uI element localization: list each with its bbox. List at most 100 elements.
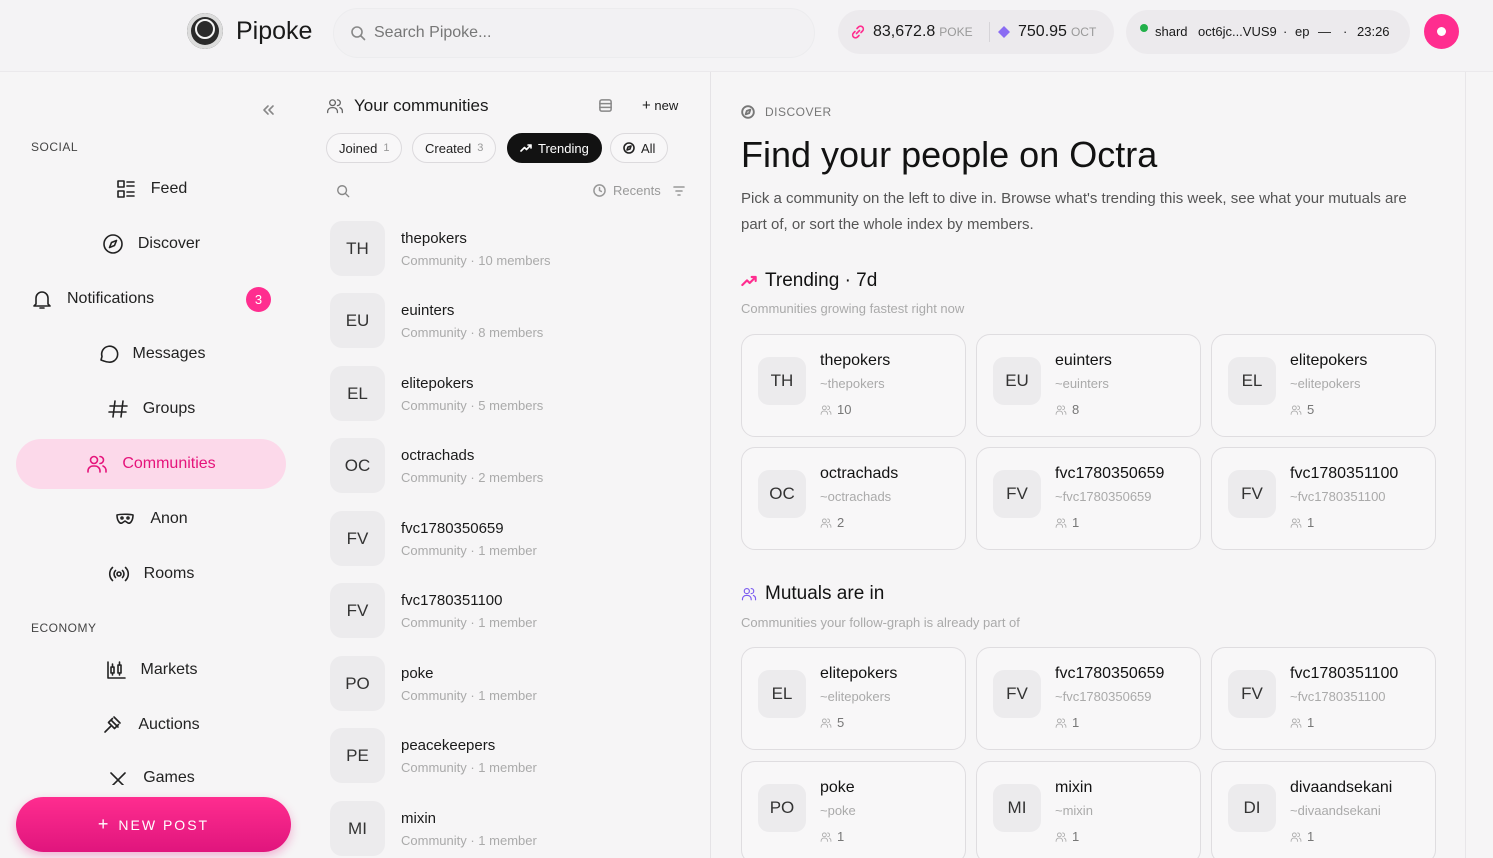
community-card[interactable]: EL elitepokers ~elitepokers 5	[741, 647, 966, 750]
compass-icon	[102, 233, 124, 255]
community-card[interactable]: FV fvc1780351100 ~fvc1780351100 1	[1211, 647, 1436, 750]
community-initials: EU	[993, 357, 1041, 405]
community-initials: FV	[993, 670, 1041, 718]
sidebar-item-label: Games	[143, 769, 195, 785]
separator: ·	[1283, 24, 1288, 39]
sort-label[interactable]: Recents	[613, 183, 661, 198]
community-card[interactable]: DI divaandsekani ~divaandsekani 1	[1211, 761, 1436, 858]
compass-icon	[623, 142, 635, 154]
panel-title: Your communities	[354, 96, 489, 115]
page-description: Pick a community on the left to dive in.…	[741, 190, 1407, 233]
community-card[interactable]: MI mixin ~mixin 1	[976, 761, 1201, 858]
community-card[interactable]: OC octrachads ~octrachads 2	[741, 447, 966, 550]
sidebar-item-anon[interactable]: Anon	[16, 494, 286, 544]
shard-status[interactable]: shard oct6jc...VUS9 · ep — · 23:26	[1126, 10, 1410, 54]
community-handle: ~fvc1780350659	[1055, 689, 1152, 704]
balances-pill[interactable]: 83,672.8 POKE 750.95 OCT	[838, 10, 1114, 54]
community-meta: Community · 5 members	[401, 398, 544, 413]
community-name: peacekeepers	[401, 737, 496, 754]
layout-icon[interactable]	[598, 98, 613, 113]
filter-chip-created[interactable]: Created 3	[412, 133, 497, 163]
search-icon[interactable]	[336, 184, 350, 198]
list-item[interactable]: FV fvc1780351100 Community · 1 member	[330, 580, 700, 640]
community-card[interactable]: EL elitepokers ~elitepokers 5	[1211, 334, 1436, 437]
member-count: 5	[820, 715, 844, 730]
community-initials: FV	[330, 511, 385, 566]
users-icon	[1055, 517, 1067, 529]
member-count: 2	[820, 515, 844, 530]
sidebar-item-messages[interactable]: Messages	[16, 329, 286, 379]
member-count-value: 5	[837, 715, 845, 730]
list-item[interactable]: TH thepokers Community · 10 members	[330, 218, 700, 278]
community-name: fvc1780350659	[1055, 465, 1165, 482]
community-name: thepokers	[401, 230, 467, 247]
sidebar-item-communities[interactable]: Communities	[16, 439, 286, 489]
new-community-button[interactable]: + new	[642, 97, 678, 114]
users-icon	[1290, 517, 1302, 529]
sidebar-item-label: Discover	[137, 235, 201, 252]
member-count-value: 1	[837, 829, 845, 844]
community-initials: EU	[330, 293, 385, 348]
filter-chip-trending[interactable]: Trending	[507, 133, 602, 163]
community-meta: Community · 1 member	[401, 543, 537, 558]
community-name: euinters	[401, 302, 455, 319]
community-card[interactable]: FV fvc1780350659 ~fvc1780350659 1	[976, 647, 1201, 750]
chip-label: Created	[425, 140, 472, 156]
list-item[interactable]: FV fvc1780350659 Community · 1 member	[330, 508, 700, 568]
new-label: new	[654, 98, 679, 113]
plus-icon: +	[642, 97, 651, 114]
filter-chip-joined[interactable]: Joined 1	[326, 133, 403, 163]
community-card[interactable]: FV fvc1780351100 ~fvc1780351100 1	[1211, 447, 1436, 550]
moon-icon[interactable]	[1472, 24, 1488, 40]
user-avatar[interactable]	[1424, 14, 1459, 49]
new-post-button[interactable]: + NEW POST	[16, 797, 291, 852]
community-initials: EL	[330, 366, 385, 421]
bell-icon	[31, 288, 53, 310]
sidebar-item-feed[interactable]: Feed	[16, 164, 286, 214]
community-handle: ~thepokers	[820, 376, 885, 391]
community-card[interactable]: TH thepokers ~thepokers 10	[741, 334, 966, 437]
list-item[interactable]: OC octrachads Community · 2 members	[330, 435, 700, 495]
search-input[interactable]	[374, 9, 794, 57]
list-item[interactable]: EL elitepokers Community · 5 members	[330, 363, 700, 423]
search-box[interactable]	[333, 8, 815, 58]
sidebar-item-discover[interactable]: Discover	[16, 219, 286, 269]
users-icon	[820, 517, 832, 529]
brand-name[interactable]: Pipoke	[236, 17, 312, 46]
member-count-value: 1	[1307, 515, 1315, 530]
sidebar-item-auctions[interactable]: Auctions	[16, 700, 286, 750]
trending-subtitle: Communities growing fastest right now	[741, 301, 965, 316]
member-count-value: 1	[1307, 829, 1315, 844]
sidebar-item-groups[interactable]: Groups	[16, 384, 286, 434]
list-item[interactable]: MI mixin Community · 1 member	[330, 798, 700, 858]
collapse-sidebar-icon[interactable]	[260, 102, 276, 118]
sidebar-item-games[interactable]: Games	[16, 755, 286, 785]
trending-icon	[520, 142, 532, 154]
separator: ·	[1343, 24, 1348, 39]
community-name: fvc1780351100	[1290, 665, 1399, 682]
sidebar-item-markets[interactable]: Markets	[16, 645, 286, 695]
list-item[interactable]: EU euinters Community · 8 members	[330, 290, 700, 350]
filter-chip-all[interactable]: All	[610, 133, 669, 163]
member-count: 5	[1290, 402, 1314, 417]
community-card[interactable]: PO poke ~poke 1	[741, 761, 966, 858]
sort-icon[interactable]	[673, 185, 685, 197]
community-card[interactable]: EU euinters ~euinters 8	[976, 334, 1201, 437]
users-icon	[1055, 717, 1067, 729]
notification-count-badge: 3	[246, 287, 271, 312]
users-icon	[1290, 404, 1302, 416]
list-item[interactable]: PE peacekeepers Community · 1 member	[330, 725, 700, 785]
member-count: 1	[820, 829, 844, 844]
sidebar-item-notifications[interactable]: Notifications 3	[16, 274, 286, 324]
pipoke-logo[interactable]	[187, 13, 223, 49]
community-initials: EL	[758, 670, 806, 718]
users-icon	[741, 586, 757, 602]
sidebar-item-label: Messages	[132, 345, 206, 362]
community-handle: ~mixin	[1055, 803, 1093, 818]
community-card[interactable]: FV fvc1780350659 ~fvc1780350659 1	[976, 447, 1201, 550]
oct-balance: 750.95 OCT	[1018, 23, 1097, 40]
chip-label: Joined	[339, 140, 378, 156]
list-item[interactable]: PO poke Community · 1 member	[330, 653, 700, 713]
chip-label: All	[641, 140, 656, 156]
sidebar-item-rooms[interactable]: Rooms	[16, 549, 286, 599]
